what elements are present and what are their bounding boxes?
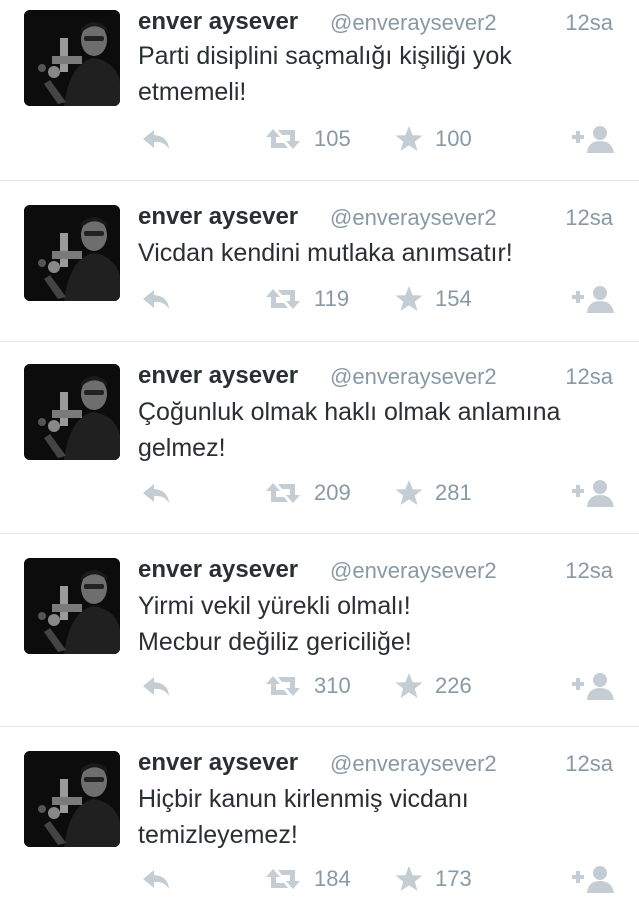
retweet-count: 184 <box>314 866 351 891</box>
tweet-text-line: Hiçbir kanun kirlenmiş vicdanı <box>138 785 469 813</box>
retweet-count: 310 <box>314 673 351 698</box>
follow-icon <box>572 866 614 893</box>
retweet-icon <box>266 483 300 503</box>
reply-icon <box>143 870 169 889</box>
retweet-button[interactable]: 310 <box>264 671 351 701</box>
reply-button[interactable] <box>140 864 172 894</box>
tweet-text: Parti disiplini saçmalığı kişiliği yok e… <box>138 38 618 110</box>
display-name[interactable]: enver aysever <box>138 749 298 777</box>
tweet-actions: 209 281 <box>0 478 639 508</box>
favorite-count: 281 <box>435 480 472 505</box>
reply-button[interactable] <box>140 124 172 154</box>
retweet-count: 105 <box>314 126 351 151</box>
tweet-text-line: gelmez! <box>138 434 226 462</box>
tweet-text-line: Yirmi vekil yürekli olmalı! <box>138 592 411 620</box>
follow-button[interactable] <box>572 284 616 314</box>
user-handle[interactable]: @enveraysever2 <box>330 751 497 777</box>
tweet-actions: 105 100 <box>0 124 639 154</box>
retweet-button[interactable]: 209 <box>264 478 351 508</box>
tweet-timeline: enver aysever @enveraysever2 12sa Parti … <box>0 0 639 907</box>
tweet-text: Çoğunluk olmak haklı olmak anlamına gelm… <box>138 394 618 466</box>
favorite-count: 173 <box>435 866 472 891</box>
reply-button[interactable] <box>140 284 172 314</box>
tweet-text: Yirmi vekil yürekli olmalı! Mecbur değil… <box>138 588 618 660</box>
follow-icon <box>572 673 614 700</box>
timestamp[interactable]: 12sa <box>565 205 613 231</box>
user-handle[interactable]: @enveraysever2 <box>330 205 497 231</box>
tweet-text-line: Vicdan kendini mutlaka anımsatır! <box>138 239 513 267</box>
favorite-button[interactable]: 281 <box>395 478 472 508</box>
tweet[interactable]: enver aysever @enveraysever2 12sa Hiçbir… <box>0 727 639 907</box>
follow-icon <box>572 480 614 507</box>
favorite-button[interactable]: 100 <box>395 124 472 154</box>
tweet-text-line: Mecbur değiliz gericiliğe! <box>138 628 412 656</box>
tweet-actions: 119 154 <box>0 284 639 314</box>
tweet-text: Hiçbir kanun kirlenmiş vicdanı temizleye… <box>138 781 618 853</box>
favorite-button[interactable]: 226 <box>395 671 472 701</box>
retweet-button[interactable]: 184 <box>264 864 351 894</box>
retweet-icon <box>266 129 300 149</box>
timestamp[interactable]: 12sa <box>565 364 613 390</box>
tweet[interactable]: enver aysever @enveraysever2 12sa Yirmi … <box>0 534 639 727</box>
follow-icon <box>572 286 614 313</box>
tweet[interactable]: enver aysever @enveraysever2 12sa Parti … <box>0 0 639 181</box>
tweet-text-line: temizleyemez! <box>138 821 298 849</box>
follow-button[interactable] <box>572 671 616 701</box>
reply-icon <box>143 677 169 696</box>
star-icon <box>395 286 423 311</box>
reply-icon <box>143 290 169 309</box>
retweet-icon <box>266 676 300 696</box>
tweet-text: Vicdan kendini mutlaka anımsatır! <box>138 235 618 271</box>
timestamp[interactable]: 12sa <box>565 751 613 777</box>
display-name[interactable]: enver aysever <box>138 8 298 36</box>
tweet[interactable]: enver aysever @enveraysever2 12sa Vicdan… <box>0 181 639 342</box>
display-name[interactable]: enver aysever <box>138 203 298 231</box>
display-name[interactable]: enver aysever <box>138 362 298 390</box>
tweet-text-line: Çoğunluk olmak haklı olmak anlamına <box>138 398 561 426</box>
avatar[interactable] <box>24 558 120 654</box>
timestamp[interactable]: 12sa <box>565 10 613 36</box>
retweet-count: 119 <box>314 286 350 311</box>
reply-icon <box>143 130 169 149</box>
tweet-text-line: etmemeli! <box>138 78 247 106</box>
tweet-actions: 184 173 <box>0 864 639 894</box>
retweet-count: 209 <box>314 480 351 505</box>
star-icon <box>395 126 423 151</box>
star-icon <box>395 866 423 891</box>
reply-icon <box>143 484 169 503</box>
tweet-text-line: Parti disiplini saçmalığı kişiliği yok <box>138 42 512 70</box>
display-name[interactable]: enver aysever <box>138 556 298 584</box>
user-handle[interactable]: @enveraysever2 <box>330 364 497 390</box>
follow-button[interactable] <box>572 124 616 154</box>
avatar[interactable] <box>24 10 120 106</box>
reply-button[interactable] <box>140 671 172 701</box>
avatar[interactable] <box>24 364 120 460</box>
follow-button[interactable] <box>572 478 616 508</box>
reply-button[interactable] <box>140 478 172 508</box>
timestamp[interactable]: 12sa <box>565 558 613 584</box>
star-icon <box>395 480 423 505</box>
favorite-count: 226 <box>435 673 472 698</box>
retweet-button[interactable]: 119 <box>264 284 349 314</box>
favorite-count: 154 <box>435 286 472 311</box>
favorite-button[interactable]: 154 <box>395 284 472 314</box>
tweet-actions: 310 226 <box>0 671 639 701</box>
follow-icon <box>572 126 614 153</box>
favorite-button[interactable]: 173 <box>395 864 472 894</box>
avatar[interactable] <box>24 751 120 847</box>
star-icon <box>395 673 423 698</box>
retweet-icon <box>266 289 300 309</box>
retweet-button[interactable]: 105 <box>264 124 351 154</box>
retweet-icon <box>266 869 300 889</box>
tweet[interactable]: enver aysever @enveraysever2 12sa Çoğunl… <box>0 342 639 534</box>
user-handle[interactable]: @enveraysever2 <box>330 558 497 584</box>
follow-button[interactable] <box>572 864 616 894</box>
favorite-count: 100 <box>435 126 472 151</box>
user-handle[interactable]: @enveraysever2 <box>330 10 497 36</box>
